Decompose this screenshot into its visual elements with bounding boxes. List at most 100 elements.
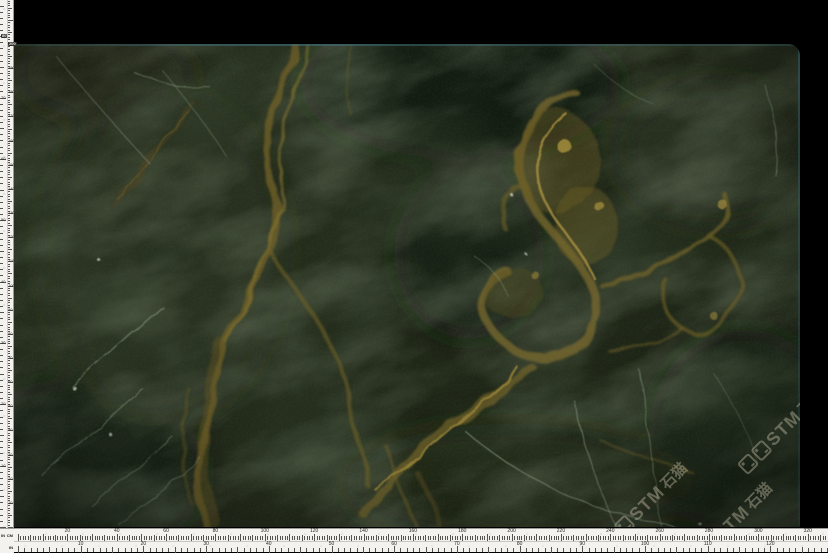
- ruler-tick-cm: [8, 215, 11, 216]
- ruler-tick-cm: [181, 536, 182, 540]
- ruler-tick-cm: [70, 536, 71, 540]
- ruler-tick-in: [764, 548, 765, 552]
- ruler-number-cm: 40: [8, 428, 12, 432]
- ruler-number-in: 80: [517, 542, 523, 547]
- ruler-tick-cm: [8, 129, 12, 130]
- ruler-tick-cm: [462, 534, 463, 541]
- ruler-tick-cm: [721, 535, 722, 541]
- ruler-tick-in: [175, 547, 176, 553]
- ruler-tick-in: [0, 73, 3, 74]
- ruler-tick-in: [187, 548, 188, 552]
- ruler-tick-cm: [8, 269, 11, 270]
- ruler-tick-cm: [667, 536, 668, 540]
- ruler-tick-in: [0, 196, 3, 197]
- ruler-tick-cm: [620, 536, 621, 540]
- ruler-tick-cm: [8, 1, 11, 2]
- ruler-tick-cm: [57, 536, 58, 540]
- ruler-tick-cm: [487, 534, 488, 541]
- ruler-tick-cm: [393, 536, 394, 540]
- ruler-tick-in: [0, 208, 3, 209]
- ruler-tick-cm: [8, 177, 12, 178]
- ruler-tick-cm: [8, 240, 11, 241]
- ruler-tick-in: [438, 548, 439, 552]
- ruler-number-cm: 180: [8, 90, 15, 94]
- ruler-tick-cm: [8, 49, 11, 50]
- slab-right-edge-glow: [798, 44, 800, 527]
- ruler-tick-in: [664, 548, 665, 552]
- ruler-tick-cm: [8, 447, 11, 448]
- ruler-tick-cm: [679, 536, 680, 540]
- ruler-tick-in: [0, 190, 4, 191]
- left-ruler: 1020304050607080901001101201301401501601…: [0, 0, 14, 528]
- ruler-tick-in: [802, 547, 803, 553]
- ruler-tick-in: [576, 548, 577, 552]
- ruler-tick-cm: [8, 80, 12, 81]
- ruler-tick-cm: [164, 536, 165, 540]
- ruler-tick-cm: [568, 536, 569, 540]
- ruler-tick-cm: [445, 536, 446, 540]
- ruler-tick-in: [795, 548, 796, 552]
- ruler-tick-in: [0, 85, 3, 86]
- ruler-tick-cm: [8, 387, 11, 388]
- ruler-tick-in: [632, 548, 633, 552]
- ruler-tick-cm: [262, 536, 263, 540]
- ruler-tick-cm: [8, 8, 12, 9]
- ruler-tick-cm: [539, 536, 540, 540]
- ruler-tick-cm: [8, 375, 11, 376]
- ruler-tick-cm: [8, 351, 11, 352]
- ruler-tick-cm: [415, 536, 416, 540]
- ruler-tick-cm: [689, 536, 690, 540]
- ruler-tick-cm: [92, 534, 93, 541]
- ruler-tick-cm: [8, 46, 11, 47]
- ruler-tick-in: [821, 548, 822, 552]
- ruler-tick-cm: [529, 536, 530, 540]
- ruler-tick-cm: [134, 536, 135, 540]
- ruler-tick-cm: [739, 536, 740, 540]
- ruler-tick-cm: [309, 536, 310, 540]
- ruler-tick-cm: [238, 536, 239, 540]
- ruler-tick-cm: [440, 536, 441, 540]
- ruler-tick-in: [426, 547, 427, 553]
- ruler-tick-cm: [196, 536, 197, 540]
- ruler-tick-cm: [549, 535, 550, 541]
- ruler-tick-cm: [329, 536, 330, 540]
- ruler-tick-in: [0, 441, 3, 442]
- ruler-tick-cm: [628, 536, 629, 540]
- ruler-number-in: 50: [1, 218, 5, 222]
- ruler-tick-cm: [373, 536, 374, 540]
- ruler-tick-cm: [8, 346, 12, 347]
- ruler-tick-in: [256, 548, 257, 552]
- ruler-tick-cm: [694, 536, 695, 540]
- ruler-tick-in: [0, 48, 3, 49]
- ruler-tick-cm: [201, 536, 202, 540]
- ruler-tick-in: [74, 548, 75, 552]
- ruler-tick-cm: [8, 513, 11, 514]
- ruler-tick-in: [526, 548, 527, 552]
- ruler-tick-cm: [8, 174, 11, 175]
- ruler-tick-cm: [551, 536, 552, 540]
- ruler-tick-cm: [8, 368, 11, 369]
- ruler-tick-in: [244, 548, 245, 552]
- ruler-tick-cm: [156, 536, 157, 540]
- ruler-tick-in: [0, 447, 3, 448]
- ruler-tick-cm: [8, 517, 11, 518]
- ruler-tick-cm: [8, 104, 12, 105]
- ruler-tick-cm: [95, 536, 96, 540]
- ruler-tick-in: [0, 349, 3, 350]
- ruler-tick-in: [0, 257, 3, 258]
- ruler-number-cm: 120: [8, 235, 15, 239]
- ruler-tick-cm: [228, 535, 229, 541]
- ruler-tick-in: [313, 548, 314, 552]
- ruler-tick-cm: [30, 535, 31, 541]
- ruler-tick-cm: [8, 160, 11, 161]
- ruler-tick-cm: [252, 535, 253, 541]
- ruler-tick-cm: [8, 522, 11, 523]
- ruler-tick-cm: [519, 536, 520, 540]
- ruler-tick-cm: [20, 536, 21, 540]
- ruler-tick-cm: [618, 536, 619, 540]
- ruler-tick-cm: [477, 536, 478, 540]
- ruler-tick-in: [670, 548, 671, 552]
- ruler-number-cm: 130: [8, 211, 15, 215]
- ruler-tick-in: [557, 548, 558, 552]
- ruler-tick-cm: [408, 536, 409, 540]
